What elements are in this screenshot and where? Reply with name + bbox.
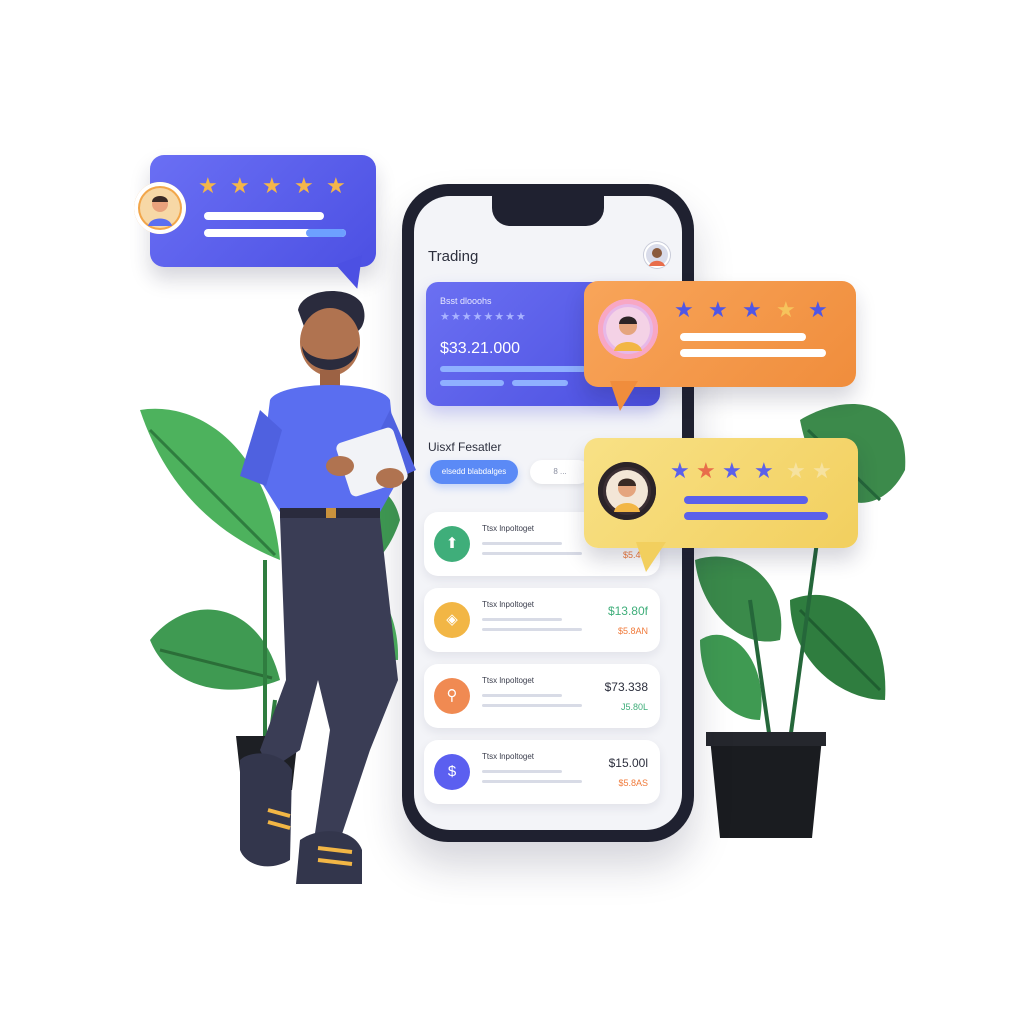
dollar-tag-icon: ⬆: [434, 526, 470, 562]
section-title: Uisxf Fesatler: [428, 440, 502, 454]
star-icon: ★: [674, 297, 694, 322]
person-icon: [606, 307, 650, 351]
row-line: [482, 770, 562, 773]
star-icon: ★: [742, 297, 762, 322]
filter-chip-active[interactable]: elsedd blabdalges: [430, 460, 518, 484]
star-icon: ★: [776, 297, 796, 322]
star-icon: ★: [722, 458, 742, 483]
stock-icon: ⚲: [434, 678, 470, 714]
person-illustration: [240, 291, 416, 884]
review-text-bar: [684, 496, 808, 504]
list-item[interactable]: ⚲ Ttsx lnpoltoget $73.338 J5.80L: [424, 664, 660, 728]
review-text-bar: [680, 333, 806, 341]
filter-chip[interactable]: 8 ...: [530, 460, 590, 484]
balance-progress-bar-3: [512, 380, 568, 386]
person-icon: [606, 470, 648, 512]
row-change: $5.8AN: [617, 626, 648, 636]
row-change: J5.80L: [620, 702, 648, 712]
star-icon: ★: [696, 458, 716, 483]
row-amount: $73.338: [604, 680, 648, 694]
review-text-bar: [680, 349, 826, 357]
star-icon: ★: [326, 173, 346, 198]
balance-label: Bsst dlooohs: [440, 296, 492, 306]
reviewer-avatar: [598, 299, 658, 359]
star-icon: ★: [670, 458, 690, 483]
balance-progress-bar-2: [440, 380, 504, 386]
row-line: [482, 552, 582, 555]
coins-icon: ◈: [434, 602, 470, 638]
star-icon: ★: [230, 173, 250, 198]
review-bubble-yellow: ★ ★ ★ ★ ★ ★: [584, 438, 858, 572]
row-line: [482, 704, 582, 707]
star-icon: ★: [294, 173, 314, 198]
bubble-tail: [610, 381, 638, 411]
review-text-bar-accent: [306, 229, 346, 237]
star-icon: ★: [808, 297, 828, 322]
row-amount: $15.00l: [608, 756, 648, 770]
row-change: $5.8AS: [618, 778, 648, 788]
row-title: Ttsx lnpoltoget: [482, 524, 535, 533]
row-amount: $13.80f: [607, 604, 648, 618]
person-icon: [649, 248, 665, 266]
row-title: Ttsx lnpoltoget: [482, 752, 535, 761]
phone-notch: [492, 196, 604, 226]
person-icon: [140, 188, 180, 228]
row-title: Ttsx lnpoltoget: [482, 676, 535, 685]
app-title: Trading: [428, 248, 479, 265]
star-icon: ★: [812, 458, 832, 483]
star-icon: ★: [754, 458, 774, 483]
row-line: [482, 542, 562, 545]
list-item[interactable]: $ Ttsx lnpoltoget $15.00l $5.8AS: [424, 740, 660, 804]
list-item[interactable]: ◈ Ttsx lnpoltoget $13.80f $5.8AN: [424, 588, 660, 652]
star-icon: ★: [708, 297, 728, 322]
star-icon: ★: [198, 173, 218, 198]
reviewer-avatar: [598, 462, 656, 520]
balance-stars: ★★★★★★★★: [440, 311, 527, 323]
row-line: [482, 618, 562, 621]
review-bubble-orange: ★ ★ ★ ★ ★: [584, 281, 856, 411]
profile-avatar[interactable]: [644, 242, 670, 268]
review-text-bar: [684, 512, 828, 520]
row-line: [482, 628, 582, 631]
dollar-icon: $: [434, 754, 470, 790]
reviewer-avatar: [134, 182, 186, 234]
row-line: [482, 694, 562, 697]
review-text-bar: [204, 212, 324, 220]
balance-amount: $33.21.000: [440, 340, 521, 357]
bubble-tail: [636, 542, 666, 572]
star-icon: ★: [786, 458, 806, 483]
row-title: Ttsx lnpoltoget: [482, 600, 535, 609]
balance-progress-bar: [440, 366, 586, 372]
star-icon: ★: [262, 173, 282, 198]
row-line: [482, 780, 582, 783]
